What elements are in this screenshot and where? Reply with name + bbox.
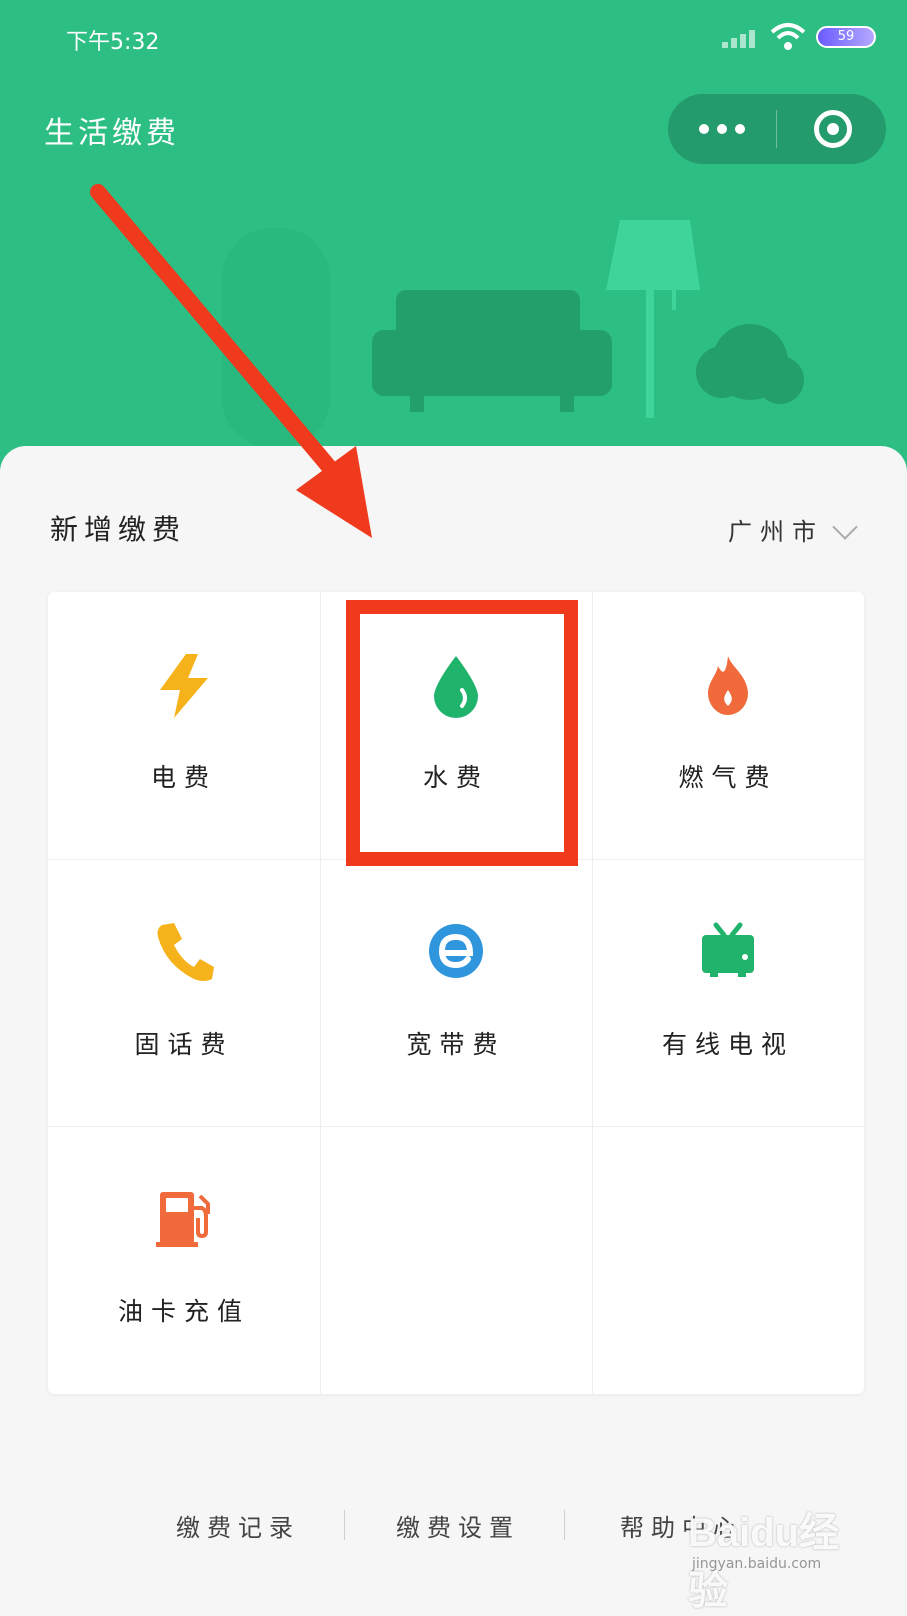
close-miniprogram-button[interactable] — [814, 110, 852, 148]
more-options-button[interactable] — [668, 94, 776, 164]
service-label: 电费 — [150, 763, 217, 792]
battery-level: 59 — [837, 29, 855, 44]
battery-icon: 59 — [816, 26, 876, 48]
service-electricity[interactable]: 电费 — [48, 592, 320, 859]
miniprogram-capsule — [668, 94, 886, 164]
service-fuel-card[interactable]: 油卡充值 — [48, 1126, 320, 1393]
living-room-illustration — [222, 220, 804, 448]
service-label: 燃气费 — [678, 763, 778, 792]
lightning-icon — [48, 654, 320, 718]
service-broadband[interactable]: 宽带费 — [320, 859, 592, 1126]
flame-icon — [592, 654, 864, 718]
service-label: 固话费 — [134, 1030, 234, 1059]
dot-icon — [699, 124, 709, 134]
page-title: 生活缴费 — [44, 116, 180, 151]
section-title: 新增缴费 — [50, 513, 187, 546]
service-cable-tv[interactable]: 有线电视 — [592, 859, 864, 1126]
signal-icon — [722, 30, 755, 48]
header-banner: 下午5:32 59 生活缴费 — [0, 0, 907, 470]
phone-icon — [48, 921, 320, 985]
service-label: 水费 — [422, 763, 489, 792]
tv-icon — [592, 921, 864, 985]
footer-divider — [344, 1510, 345, 1540]
footer-links: 缴费记录 缴费设置 帮助中心 — [0, 1500, 907, 1550]
fuel-pump-icon — [48, 1188, 320, 1252]
payment-settings-link[interactable]: 缴费设置 — [396, 1508, 520, 1543]
help-center-link[interactable]: 帮助中心 — [620, 1508, 744, 1543]
service-landline[interactable]: 固话费 — [48, 859, 320, 1126]
service-gas[interactable]: 燃气费 — [592, 592, 864, 859]
broadband-e-icon — [320, 921, 592, 985]
service-grid: 电费 水费 燃气费 固话费 宽带费 有线电视 油卡充值 — [48, 592, 864, 1394]
payment-records-link[interactable]: 缴费记录 — [176, 1508, 300, 1543]
status-bar: 下午5:32 59 — [0, 0, 907, 70]
service-water[interactable]: 水费 — [320, 592, 592, 859]
status-time: 下午5:32 — [66, 30, 160, 55]
service-label: 宽带费 — [406, 1030, 506, 1059]
dot-icon — [735, 124, 745, 134]
service-label: 有线电视 — [661, 1030, 794, 1059]
wifi-icon — [770, 23, 806, 50]
service-label: 油卡充值 — [117, 1297, 250, 1326]
dot-icon — [717, 124, 727, 134]
city-selector[interactable]: 广州市 — [728, 512, 824, 547]
water-drop-icon — [320, 654, 592, 718]
footer-divider — [564, 1510, 565, 1540]
capsule-divider — [776, 110, 777, 148]
